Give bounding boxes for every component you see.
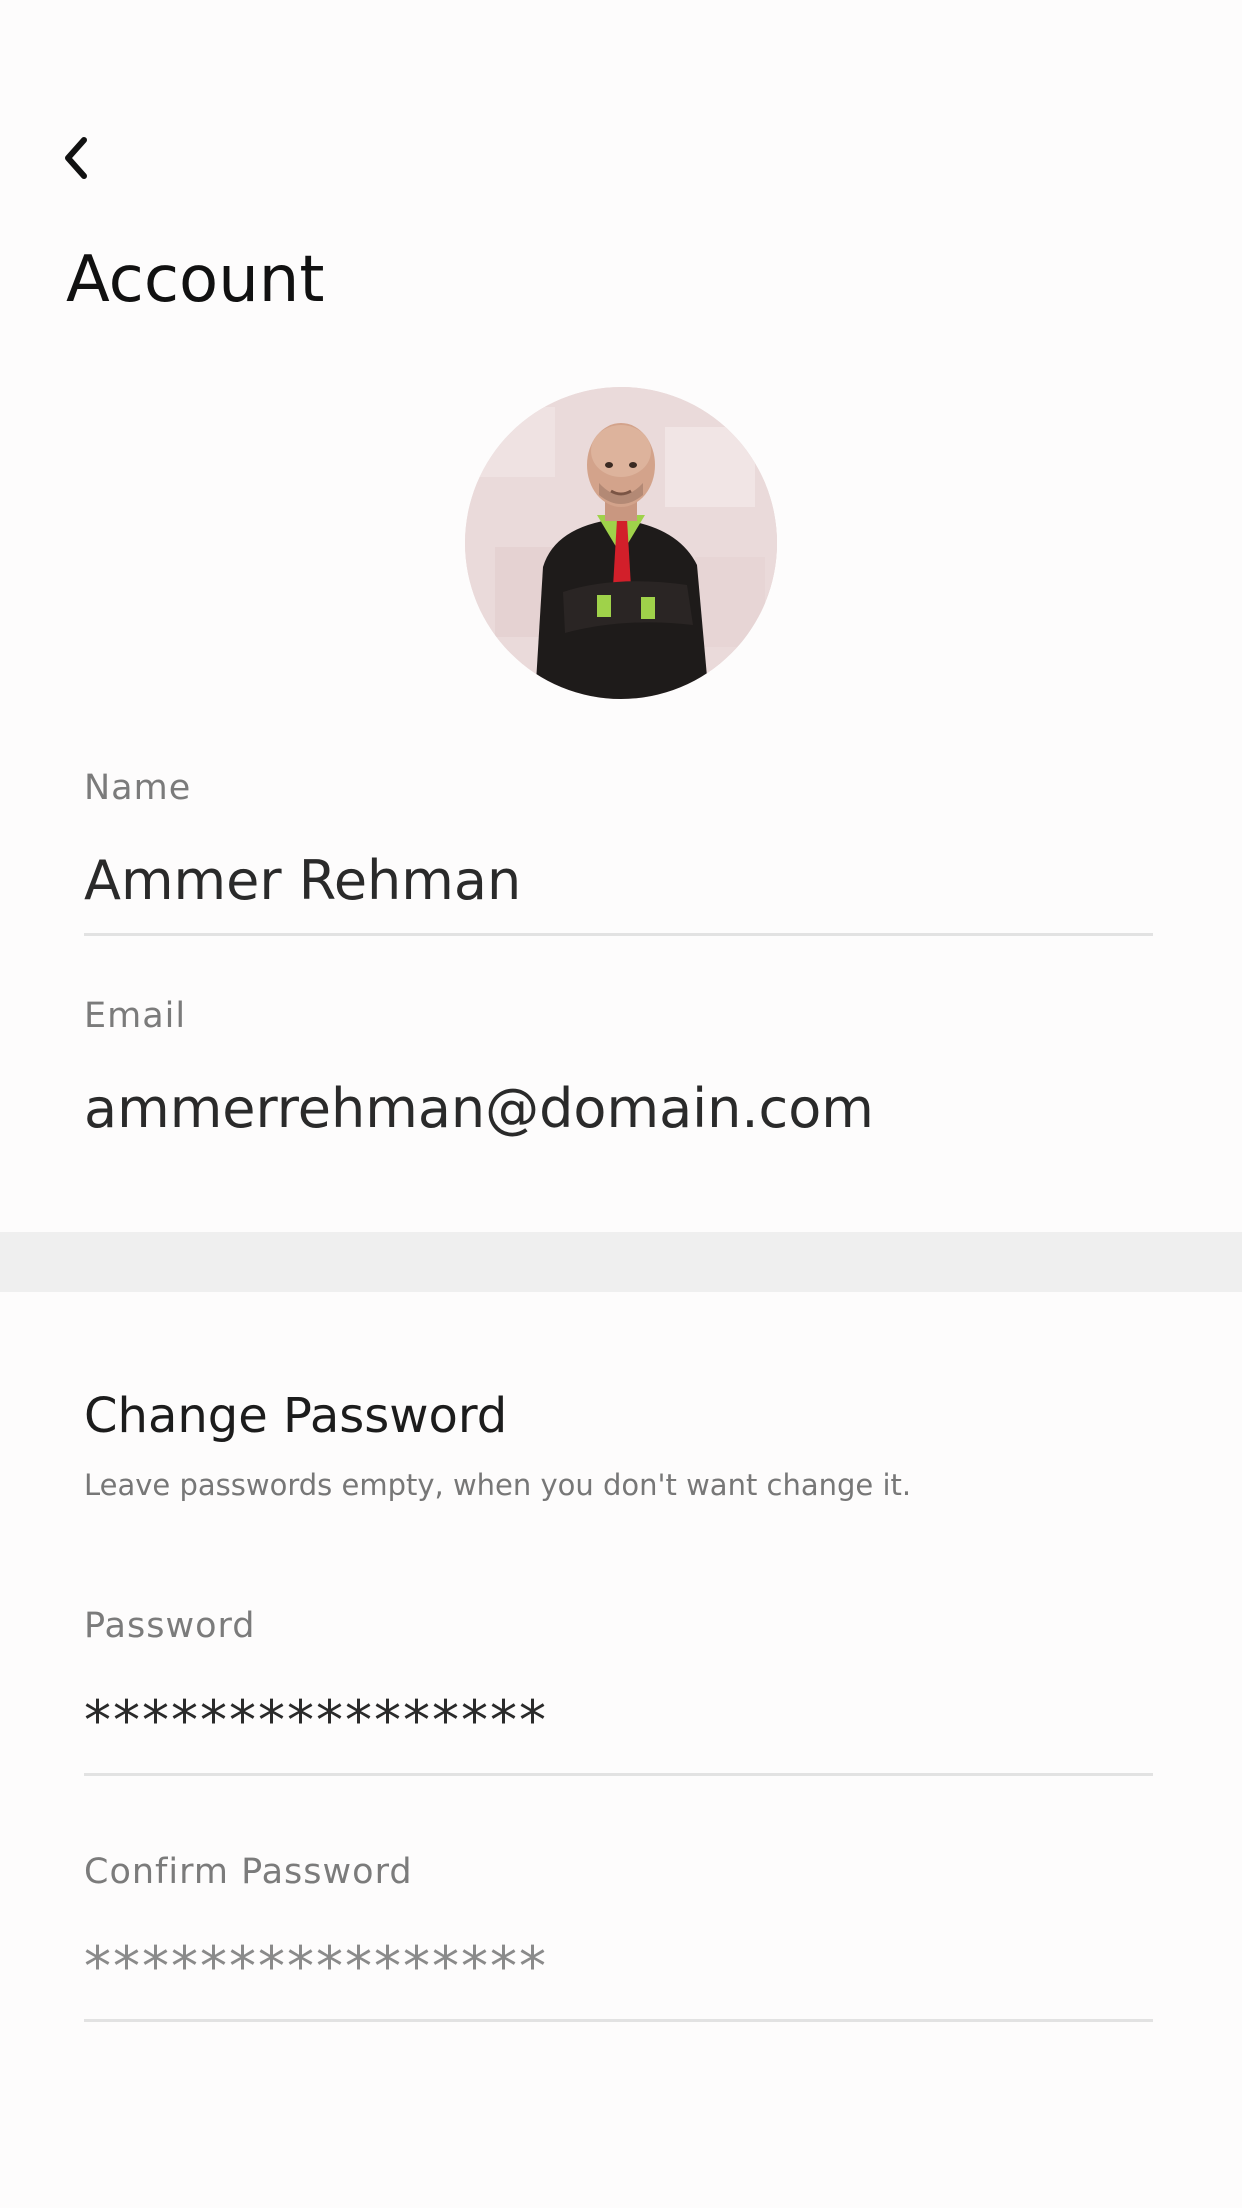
page-title: Account [66, 243, 325, 317]
back-button[interactable] [56, 126, 100, 190]
change-password-hint: Leave passwords empty, when you don't wa… [84, 1468, 912, 1502]
name-underline [84, 933, 1153, 936]
avatar[interactable] [465, 387, 777, 699]
change-password-heading: Change Password [84, 1388, 508, 1444]
confirm-password-underline [84, 2019, 1153, 2022]
profile-photo [465, 387, 777, 699]
name-label: Name [84, 768, 192, 808]
confirm-password-field[interactable]: Confirm Password **************** [84, 1855, 1153, 2025]
password-input[interactable]: **************** [84, 1694, 548, 1748]
name-field[interactable]: Name Ammer Rehman [84, 768, 1153, 936]
section-divider [0, 1232, 1242, 1292]
confirm-password-label: Confirm Password [84, 1852, 413, 1892]
confirm-password-input[interactable]: **************** [84, 1940, 548, 1994]
email-value: ammerrehman@domain.com [84, 1077, 874, 1140]
password-underline [84, 1773, 1153, 1776]
password-label: Password [84, 1606, 256, 1646]
email-label: Email [84, 996, 187, 1036]
name-input[interactable]: Ammer Rehman [84, 854, 521, 908]
email-field: Email ammerrehman@domain.com [84, 999, 1153, 1149]
chevron-left-icon [65, 137, 87, 179]
password-field[interactable]: Password **************** [84, 1609, 1153, 1779]
